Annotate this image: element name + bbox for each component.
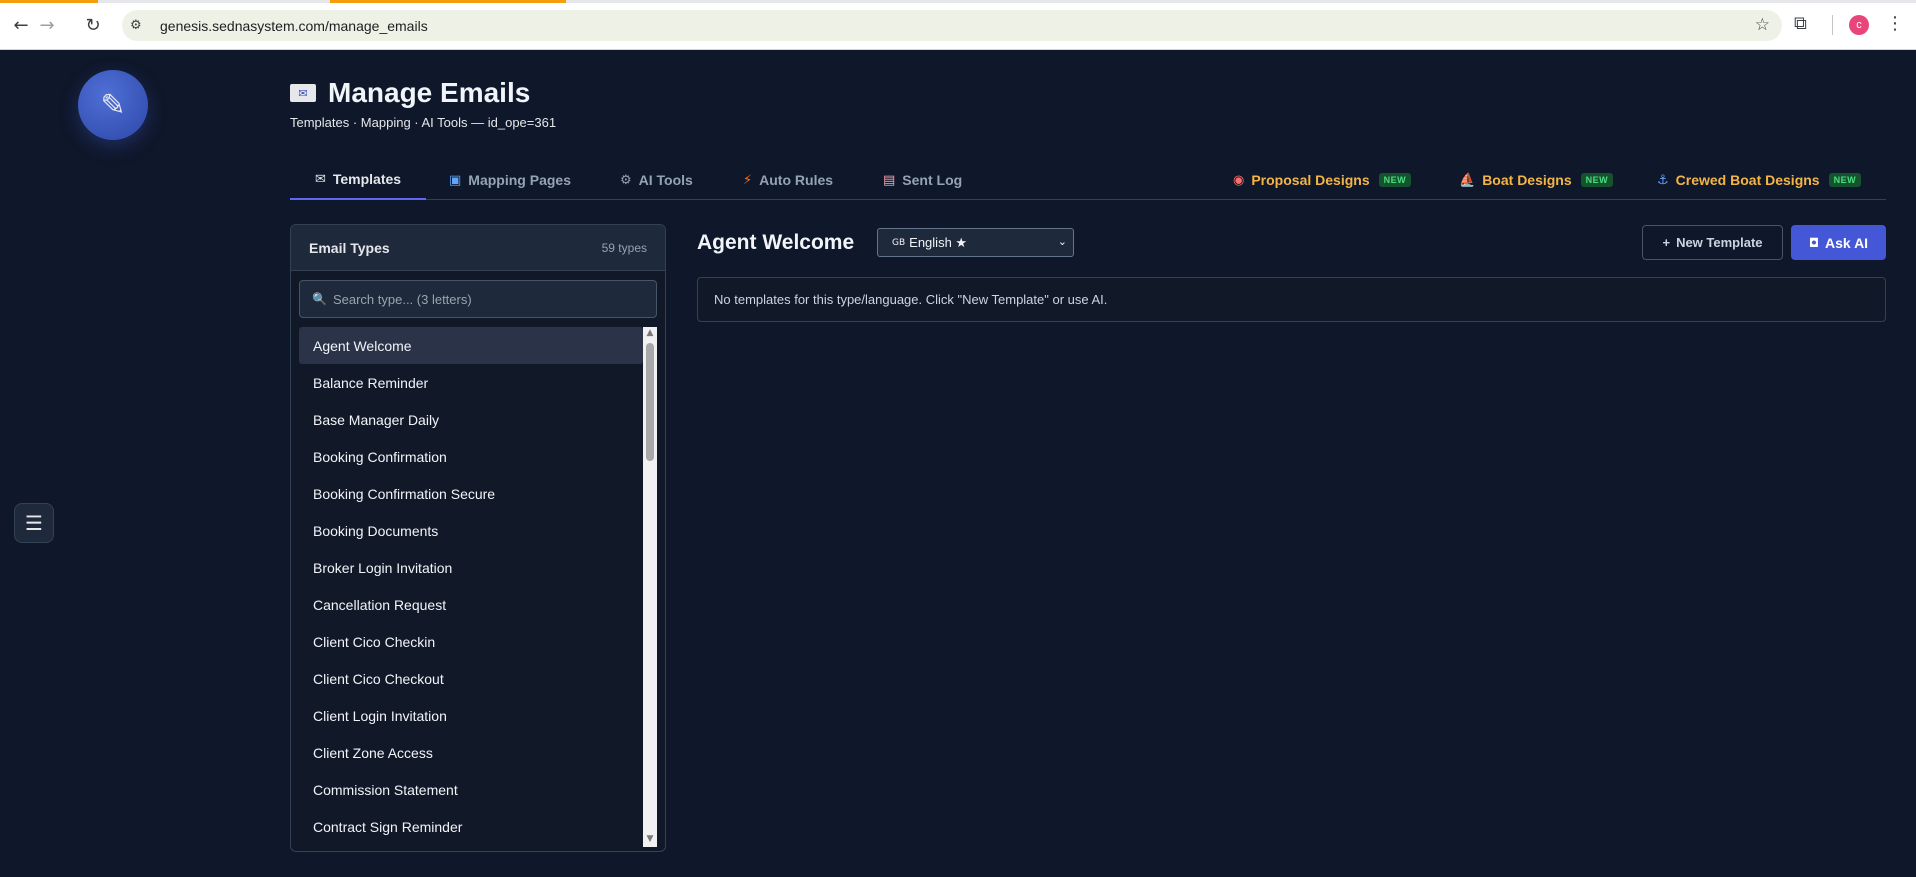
- address-bar[interactable]: ⚙ genesis.sednasystem.com/manage_emails …: [122, 10, 1782, 41]
- lightning-icon: ⚡: [743, 172, 753, 188]
- tab-proposal-designs[interactable]: ◉ Proposal Designs NEW: [1233, 160, 1412, 200]
- new-template-button[interactable]: + New Template: [1642, 225, 1783, 260]
- tab-label: Auto Rules: [759, 172, 834, 188]
- list-item[interactable]: Client Zone Access: [299, 734, 643, 771]
- anchor-icon: ⚓: [1657, 172, 1669, 188]
- browser-chrome: ← → ↻ ⚙ genesis.sednasystem.com/manage_e…: [0, 0, 1916, 50]
- list-scrollbar[interactable]: ▲ ▼: [643, 327, 657, 847]
- scroll-up-arrow-icon[interactable]: ▲: [645, 328, 655, 340]
- toolbar-divider: [1832, 15, 1833, 35]
- tab-label: Mapping Pages: [468, 172, 571, 188]
- list-item[interactable]: Balance Reminder: [299, 364, 643, 401]
- palette-icon: ◉: [1233, 172, 1245, 188]
- list-item[interactable]: Commission Statement: [299, 771, 643, 808]
- language-select[interactable]: GB English ★ ⌄: [877, 228, 1074, 257]
- list-item[interactable]: Contract Sign Reminder: [299, 808, 643, 845]
- list-item[interactable]: Broker Login Invitation: [299, 549, 643, 586]
- list-item[interactable]: Client Cico Checkin: [299, 623, 643, 660]
- new-badge: NEW: [1378, 173, 1412, 187]
- tab-strip: [0, 0, 1916, 3]
- page-title: ✉ Manage Emails: [290, 77, 530, 109]
- list-item[interactable]: Client Cico Checkout: [299, 660, 643, 697]
- tab-bar: ✉ Templates ▣ Mapping Pages ⚙ AI Tools ⚡…: [290, 160, 1886, 200]
- email-types-panel: Email Types 59 types 🔍 Agent Welcome Bal…: [290, 224, 666, 852]
- tab-mapping-pages[interactable]: ▣ Mapping Pages: [449, 160, 571, 200]
- tab-label: AI Tools: [638, 172, 693, 188]
- search-field[interactable]: 🔍: [299, 280, 657, 318]
- tab-sent-log[interactable]: ▤ Sent Log: [883, 160, 962, 200]
- page-title-text: Manage Emails: [328, 77, 531, 108]
- envelope-icon: ✉: [314, 171, 326, 187]
- tab-label: Sent Log: [902, 172, 963, 188]
- scrollbar-thumb[interactable]: [646, 343, 654, 461]
- list-item[interactable]: Booking Confirmation: [299, 438, 643, 475]
- tab-crewed-boat-designs[interactable]: ⚓ Crewed Boat Designs NEW: [1657, 160, 1862, 200]
- back-icon[interactable]: ←: [9, 13, 33, 37]
- browser-tab-indicator[interactable]: [330, 0, 566, 3]
- new-badge: NEW: [1828, 173, 1862, 187]
- tab-ai-tools[interactable]: ⚙ AI Tools: [620, 160, 693, 200]
- scroll-down-arrow-icon[interactable]: ▼: [645, 834, 655, 846]
- hamburger-menu-icon[interactable]: ☰: [14, 503, 54, 543]
- list-item[interactable]: Cancellation Request: [299, 586, 643, 623]
- tab-auto-rules[interactable]: ⚡ Auto Rules: [743, 160, 833, 200]
- sailboat-icon: ⛵: [1459, 172, 1476, 188]
- search-input[interactable]: [332, 291, 633, 307]
- flag-gb-icon: GB: [892, 237, 906, 248]
- page-subtitle: Templates · Mapping · AI Tools — id_ope=…: [290, 115, 557, 130]
- extensions-icon[interactable]: ⧉: [1794, 13, 1807, 34]
- type-count: 59 types: [601, 240, 647, 255]
- tab-templates[interactable]: ✉ Templates: [290, 160, 426, 200]
- tab-label: Templates: [332, 171, 402, 187]
- map-icon: ▣: [449, 172, 462, 188]
- tab-label: Proposal Designs: [1251, 172, 1370, 188]
- bookmark-star-icon[interactable]: ☆: [1755, 15, 1770, 35]
- app-logo[interactable]: ✎: [78, 70, 148, 140]
- new-template-label: New Template: [1676, 235, 1763, 250]
- gear-icon: ⚙: [620, 172, 632, 188]
- plus-icon: +: [1662, 235, 1671, 250]
- search-icon: 🔍: [312, 292, 327, 306]
- chevron-down-icon: ⌄: [1057, 235, 1067, 248]
- forward-icon[interactable]: →: [35, 13, 59, 37]
- list-item[interactable]: Booking Documents: [299, 512, 643, 549]
- receipt-icon: ▤: [883, 172, 896, 188]
- robot-icon: ◘: [1808, 235, 1820, 250]
- panel-title: Email Types: [309, 239, 390, 256]
- site-info-icon[interactable]: ⚙: [130, 18, 160, 33]
- ask-ai-label: Ask AI: [1825, 234, 1869, 251]
- tab-boat-designs[interactable]: ⛵ Boat Designs NEW: [1459, 160, 1614, 200]
- new-badge: NEW: [1580, 173, 1614, 187]
- tab-label: Crewed Boat Designs: [1675, 172, 1820, 188]
- panel-header: Email Types 59 types: [291, 225, 665, 271]
- selected-type-title: Agent Welcome: [697, 231, 855, 254]
- list-item[interactable]: Client Login Invitation: [299, 697, 643, 734]
- list-item[interactable]: Agent Welcome: [299, 327, 643, 364]
- ask-ai-button[interactable]: ◘ Ask AI: [1791, 225, 1886, 260]
- email-type-list: Agent Welcome Balance Reminder Base Mana…: [299, 327, 643, 847]
- list-item[interactable]: Base Manager Daily: [299, 401, 643, 438]
- empty-state-message: No templates for this type/language. Cli…: [697, 277, 1886, 322]
- list-item[interactable]: Booking Confirmation Secure: [299, 475, 643, 512]
- tab-label: Boat Designs: [1482, 172, 1572, 188]
- browser-menu-icon[interactable]: ⋮: [1886, 13, 1904, 34]
- envelope-icon: ✉: [290, 84, 316, 102]
- profile-avatar[interactable]: c: [1849, 15, 1869, 35]
- browser-tab-indicator[interactable]: [0, 0, 98, 3]
- reload-icon[interactable]: ↻: [81, 13, 105, 37]
- language-value: English ★: [909, 234, 968, 250]
- url-text[interactable]: genesis.sednasystem.com/manage_emails: [160, 18, 428, 34]
